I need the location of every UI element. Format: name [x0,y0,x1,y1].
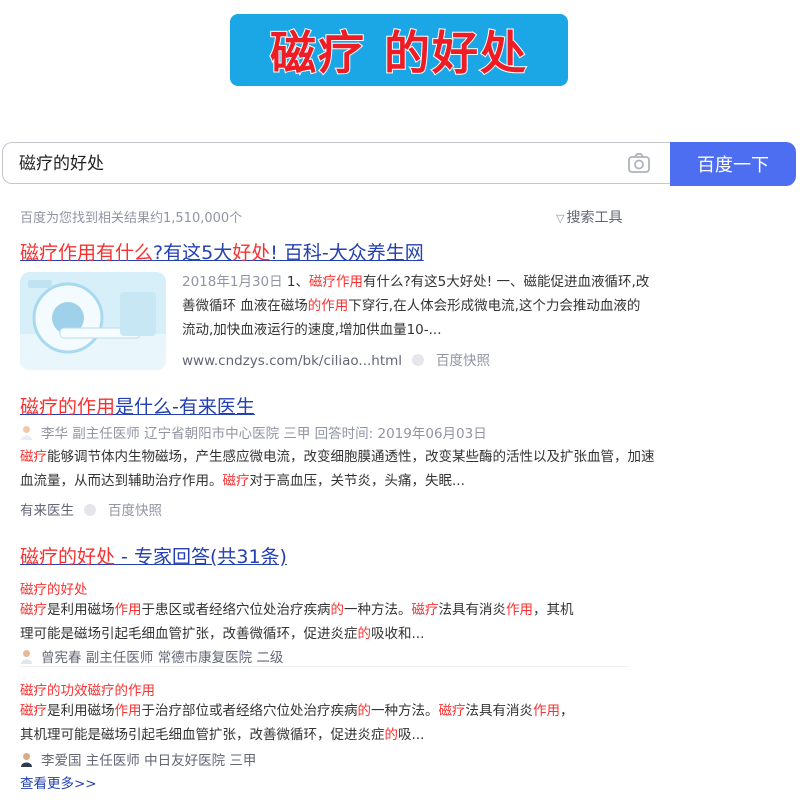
answer-2-subtitle-link[interactable]: 磁疗的功效磁疗的作用 [20,679,155,699]
search-tools-button[interactable]: ▽ 搜索工具 [556,207,622,227]
answer-2-text: 磁疗是利用磁场作用于治疗部位或者经络穴位处治疗疾病的一种方法。磁疗法具有消炎作用… [20,703,574,743]
answer-divider [20,666,628,667]
see-more-link[interactable]: 查看更多>> [20,772,97,792]
filter-icon: ▽ [556,212,565,225]
search-button[interactable]: 百度一下 [670,142,796,186]
shield-icon [412,354,425,366]
doctor-avatar-icon [21,753,32,767]
camera-icon[interactable] [627,152,651,174]
banner-title: 磁疗 的好处 [269,25,528,81]
result-2-site-name[interactable]: 有来医生 [20,503,74,519]
result-1-title-link[interactable]: 磁疗作用有什么?有这5大好处! 百科-大众养生网 [20,238,424,265]
result-2-title-link[interactable]: 磁疗的作用是什么-有来医生 [20,392,255,419]
search-input[interactable]: 磁疗的好处 [2,142,670,184]
answer-1-text: 磁疗是利用磁场作用于患区或者经络穴位处治疗疾病的一种方法。磁疗法具有消炎作用，其… [20,602,574,642]
mri-machine-image [20,272,166,370]
search-bar: 磁疗的好处 百度一下 [2,142,796,186]
result-2-source: 有来医生 百度快照 [20,499,162,519]
result-1-snapshot-link[interactable]: 百度快照 [436,353,490,369]
result-1-source: www.cndzys.com/bk/ciliao...html 百度快照 [182,349,490,369]
result-1-thumbnail[interactable] [20,272,166,370]
result-2-abstract: 磁疗能够调节体内生物磁场，产生感应微电流，改变细胞膜通透性，改变某些酶的活性以及… [20,449,655,489]
doctor-avatar-icon [21,650,32,664]
result-1-url[interactable]: www.cndzys.com/bk/ciliao...html [182,353,402,369]
result-2-doctor-info: 李华 副主任医师 辽宁省朝阳市中心医院 三甲 回答时间: 2019年06月03日 [20,422,487,442]
result-2-snapshot-link[interactable]: 百度快照 [108,503,162,519]
doctor-avatar-icon [21,426,32,440]
result-3-title-link[interactable]: 磁疗的好处 - 专家回答(共31条) [20,542,287,569]
title-banner: 磁疗 的好处 [230,14,568,86]
shield-icon [84,504,96,516]
answer-1-subtitle-link[interactable]: 磁疗的好处 [20,578,88,598]
result-1-abstract: 2018年1月30日 1、磁疗作用有什么?有这5大好处! 一、磁能促进血液循环,… [182,274,650,338]
search-tools-label: 搜索工具 [566,210,623,226]
answer-1-doctor-info: 曾宪春 副主任医师 常德市康复医院 二级 [20,646,283,666]
result-stats: 百度为您找到相关结果约1,510,000个 [20,211,243,226]
answer-2-doctor-info: 李爱国 主任医师 中日友好医院 三甲 [20,749,256,769]
